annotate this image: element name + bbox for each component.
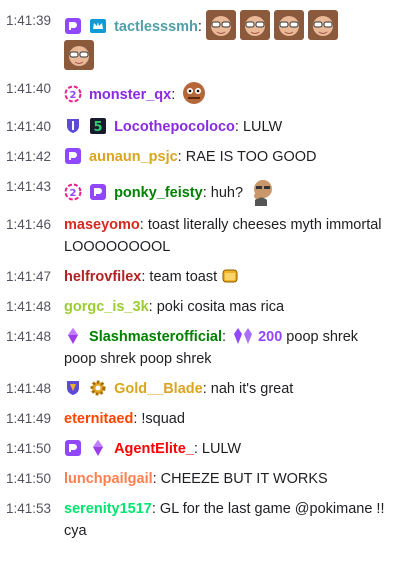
face-emote[interactable] (307, 10, 338, 40)
timestamp: 1:41:48 (6, 299, 52, 314)
timestamp: 1:41:42 (6, 149, 52, 164)
timestamp: 1:41:46 (6, 217, 52, 232)
timestamp: 1:41:39 (6, 13, 52, 28)
username[interactable]: AgentElite_ (114, 441, 194, 457)
chat-message: 1:41:46 maseyomo: toast literally cheese… (6, 214, 393, 258)
username[interactable]: eternitaed (64, 411, 133, 427)
bits-gem-badge-icon[interactable] (64, 327, 82, 345)
message-separator: : (171, 87, 176, 103)
message-separator: : (197, 19, 202, 35)
face-emote[interactable] (64, 40, 94, 70)
timestamp: 1:41:48 (6, 329, 52, 344)
username[interactable]: aunaun_psjc (89, 149, 178, 165)
chat-message: 1:41:49 eternitaed: !squad (6, 408, 393, 430)
sub-gifter-badge-icon[interactable]: 2 (64, 85, 82, 103)
username[interactable]: ponky_feisty (114, 185, 203, 201)
timestamp: 1:41:53 (6, 501, 52, 516)
username[interactable]: helfrovfilex (64, 269, 141, 285)
chat-message: 1:41:43 2 ponky_feisty: huh? (6, 176, 393, 206)
message-text: CHEEZE BUT IT WORKS (156, 471, 328, 487)
chat-message: 1:41:47 helfrovfilex: team toast (6, 266, 393, 288)
thinking-man-emote[interactable] (247, 176, 278, 206)
chat-message: 1:41:39 tactlesssmh: (6, 10, 393, 70)
timestamp: 1:41:48 (6, 381, 52, 396)
username[interactable]: serenity1517 (64, 501, 152, 517)
timestamp: 1:41:47 (6, 269, 52, 284)
timestamp: 1:41:49 (6, 411, 52, 426)
chat-message: 1:41:53 serenity1517: GL for the last ga… (6, 498, 393, 542)
face-emote[interactable] (239, 10, 270, 40)
chat-message: 1:41:40 5 Locothepocoloco: LULW (6, 116, 393, 138)
timestamp: 1:41:40 (6, 81, 52, 96)
chat-message: 1:41:48 gorgc_is_3k: poki cosita mas ric… (6, 296, 393, 318)
username[interactable]: maseyomo (64, 217, 140, 233)
message-text: RAE IS TOO GOOD (181, 149, 317, 165)
gear-badge-icon[interactable] (89, 379, 107, 397)
prime-gaming-badge-icon[interactable] (64, 17, 82, 35)
message-text: LULW (238, 119, 283, 135)
chat-message: 1:41:50 lunchpailgail: CHEEZE BUT IT WOR… (6, 468, 393, 490)
message-separator: : (222, 329, 227, 345)
chat-message: 1:41:48 Slashmasterofficial: 200 poop sh… (6, 326, 393, 370)
face-emote[interactable] (273, 10, 304, 40)
svg-text:5: 5 (94, 120, 103, 135)
timestamp: 1:41:43 (6, 179, 52, 194)
username[interactable]: lunchpailgail (64, 471, 153, 487)
message-text: team toast (145, 269, 218, 285)
username[interactable]: Gold__Blade (114, 381, 203, 397)
message-text: huh? (206, 185, 244, 201)
message-text: nah it's great (206, 381, 294, 397)
username[interactable]: Locothepocoloco (114, 119, 235, 135)
cheer-gem-icon (230, 326, 258, 346)
username[interactable]: tactlesssmh (114, 19, 198, 35)
chat-message: 1:41:42 aunaun_psjc: RAE IS TOO GOOD (6, 146, 393, 168)
toast-emote[interactable] (221, 267, 239, 285)
prime-gaming-badge-icon[interactable] (64, 439, 82, 457)
message-text: poki cosita mas rica (152, 299, 285, 315)
username[interactable]: monster_qx (89, 87, 171, 103)
sub-gifter-badge-icon[interactable]: 2 (64, 183, 82, 201)
chat-message: 1:41:50 AgentElite_: LULW (6, 438, 393, 460)
timestamp: 1:41:40 (6, 119, 52, 134)
message-text: LULW (197, 441, 242, 457)
message-text: !squad (137, 411, 185, 427)
chat-message: 1:41:48 Gold__Blade: nah it's great (6, 378, 393, 400)
subscriber-shield-badge-icon[interactable] (64, 117, 82, 135)
bits-gem-badge-icon[interactable] (89, 439, 107, 457)
timestamp: 1:41:50 (6, 441, 52, 456)
svg-text:2: 2 (70, 188, 77, 199)
sub-tier-badge-icon[interactable]: 5 (89, 117, 107, 135)
troll-emote[interactable] (179, 78, 210, 108)
prime-gaming-badge-icon[interactable] (89, 183, 107, 201)
crown-badge-icon[interactable] (89, 17, 107, 35)
cheer-amount: 200 (258, 329, 283, 345)
subscriber-shield-badge-icon[interactable] (64, 379, 82, 397)
chat-log: 1:41:39 tactlesssmh: 1:41:40 2 monster_q… (0, 0, 407, 542)
chat-message: 1:41:40 2 monster_qx: (6, 78, 393, 108)
svg-text:2: 2 (70, 90, 77, 101)
username[interactable]: gorgc_is_3k (64, 299, 149, 315)
username[interactable]: Slashmasterofficial (89, 329, 222, 345)
prime-gaming-badge-icon[interactable] (64, 147, 82, 165)
face-emote[interactable] (205, 10, 236, 40)
timestamp: 1:41:50 (6, 471, 52, 486)
